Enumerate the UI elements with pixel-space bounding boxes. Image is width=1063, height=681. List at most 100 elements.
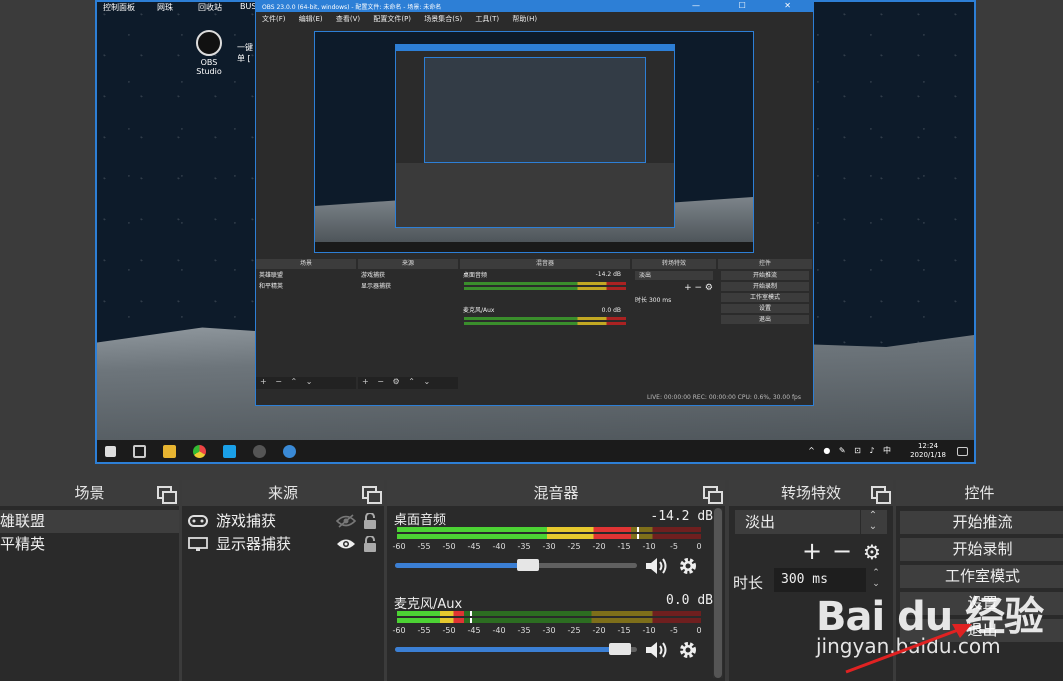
- nested-title-bar: [396, 45, 674, 51]
- duration-input[interactable]: 300 ms: [774, 568, 866, 592]
- meter-lane: [397, 611, 701, 616]
- float-dock-icon[interactable]: [703, 486, 723, 504]
- tick-label: 0: [696, 626, 702, 635]
- nested-source-item: 游戏捕获: [361, 272, 386, 279]
- menu-edit: 编辑(E): [298, 15, 323, 23]
- source-item-game-capture[interactable]: 游戏捕获: [182, 510, 384, 533]
- controls-title: 控件: [964, 484, 995, 502]
- nested-meter: [464, 287, 626, 290]
- scene-item[interactable]: 平精英: [0, 533, 179, 556]
- nested-taskbar: [315, 242, 753, 252]
- notification-icon[interactable]: [957, 447, 968, 456]
- tick-label: -10: [642, 542, 656, 551]
- volume-slider[interactable]: [395, 559, 637, 571]
- tick-label: -35: [517, 626, 531, 635]
- slider-knob[interactable]: [609, 643, 632, 655]
- eye-hidden-icon[interactable]: [336, 514, 356, 528]
- slider-knob[interactable]: [517, 559, 540, 571]
- tick-label: -15: [617, 542, 631, 551]
- store-icon[interactable]: [223, 445, 236, 458]
- volume-meter: [397, 527, 701, 541]
- clock[interactable]: 12:24 2020/1/18: [910, 442, 946, 460]
- nested-source-item: 显示器捕获: [361, 283, 392, 290]
- float-dock-icon[interactable]: [362, 486, 382, 504]
- gear-icon[interactable]: ⚙: [857, 541, 887, 563]
- nested-duration-label: 时长: [635, 297, 648, 304]
- nested-mixer-ch1-db: -14.2 dB: [595, 271, 621, 278]
- float-dock-icon[interactable]: [157, 486, 177, 504]
- nested-meter: [464, 317, 626, 320]
- eye-icon[interactable]: [336, 537, 356, 551]
- task-view-icon[interactable]: [133, 445, 146, 458]
- menu-profile: 配置文件(P): [373, 15, 412, 23]
- duration-spinner[interactable]: ⌃ ⌄: [866, 568, 886, 592]
- windows-start-icon[interactable]: [105, 446, 116, 457]
- peak-mark: [469, 611, 472, 616]
- minus-icon[interactable]: −: [827, 539, 857, 563]
- nested-control-button: 设置: [721, 304, 809, 313]
- meter-fill: [397, 534, 632, 539]
- volume-controls: [395, 638, 698, 662]
- chrome-icon[interactable]: [193, 445, 206, 458]
- tick-label: -30: [542, 626, 556, 635]
- scrollbar-thumb[interactable]: [714, 508, 722, 678]
- float-dock-icon[interactable]: [871, 486, 891, 504]
- gear-icon[interactable]: [678, 640, 698, 660]
- scene-item[interactable]: 雄联盟: [0, 510, 179, 533]
- obs-taskbar-icon[interactable]: [253, 445, 266, 458]
- controls-dock: 控件 开始推流 开始录制 工作室模式 设置 退出: [896, 480, 1063, 681]
- tick-label: -40: [492, 542, 506, 551]
- start-recording-button[interactable]: 开始录制: [900, 538, 1063, 561]
- mixer-dock-header: 混音器: [387, 480, 725, 506]
- tick-label: -45: [467, 626, 481, 635]
- controls-dock-header: 控件: [896, 480, 1063, 506]
- studio-mode-button[interactable]: 工作室模式: [900, 565, 1063, 588]
- obs-desktop-icon: OBS Studio: [189, 30, 229, 76]
- browser-icon[interactable]: [283, 445, 296, 458]
- nested-source-tools: + − ⚙ ⌃ ⌄: [358, 377, 458, 389]
- transition-tools: + − ⚙: [797, 539, 887, 564]
- nested-control-button: 开始推流: [721, 271, 809, 280]
- meter-fill: [397, 611, 464, 616]
- volume-slider[interactable]: [395, 643, 637, 655]
- sources-title: 来源: [267, 484, 298, 502]
- nested-transitions-dock: 转场特效 淡出 + − ⚙ 时长 300 ms: [632, 259, 716, 389]
- transition-select-arrows[interactable]: ⌃ ⌄: [860, 510, 885, 534]
- slider-fill: [395, 647, 621, 652]
- source-item-display-capture[interactable]: 显示器捕获: [182, 533, 384, 556]
- tick-label: -25: [567, 542, 581, 551]
- lock-icon[interactable]: [363, 536, 377, 552]
- tick-label: -10: [642, 626, 656, 635]
- meter-lane: [397, 534, 701, 539]
- monitor-icon: [188, 537, 208, 551]
- settings-button[interactable]: 设置: [900, 592, 1063, 615]
- preview-canvas[interactable]: 控制面板 网珠 回收站 BUS OBS Studio 一键 单 [ OBS 23…: [95, 0, 976, 464]
- tick-label: -45: [467, 542, 481, 551]
- nested-trans-select: 淡出: [635, 271, 713, 280]
- tick-label: -60: [392, 542, 406, 551]
- tick-label: -5: [670, 542, 678, 551]
- nested-controls-dock: 控件 开始推流 开始录制 工作室模式 设置 退出: [718, 259, 812, 389]
- peak-mark: [469, 618, 472, 623]
- sources-dock-header: 来源: [182, 480, 384, 506]
- nested-preview: [314, 31, 754, 253]
- file-explorer-icon[interactable]: [163, 445, 176, 458]
- lock-icon[interactable]: [363, 513, 377, 529]
- nested-preview-2: [424, 57, 646, 163]
- clock-date: 2020/1/18: [910, 451, 946, 459]
- speaker-icon[interactable]: [644, 555, 670, 577]
- tick-label: -55: [417, 542, 431, 551]
- system-tray[interactable]: ^ ● ✎ ⊡ ♪ 中: [808, 445, 894, 456]
- gear-icon[interactable]: [678, 556, 698, 576]
- exit-button[interactable]: 退出: [900, 619, 1063, 642]
- nested-docks-2: [396, 163, 674, 227]
- speaker-icon[interactable]: [644, 639, 670, 661]
- start-streaming-button[interactable]: 开始推流: [900, 511, 1063, 534]
- mixer-scrollbar[interactable]: [713, 508, 723, 678]
- ime-indicator[interactable]: 中: [883, 446, 894, 455]
- tick-label: -55: [417, 626, 431, 635]
- tick-label: -25: [567, 626, 581, 635]
- peak-mark: [637, 534, 640, 539]
- plus-icon[interactable]: +: [797, 539, 827, 563]
- desktop-shortcut-label: 一键 单 [: [237, 43, 253, 63]
